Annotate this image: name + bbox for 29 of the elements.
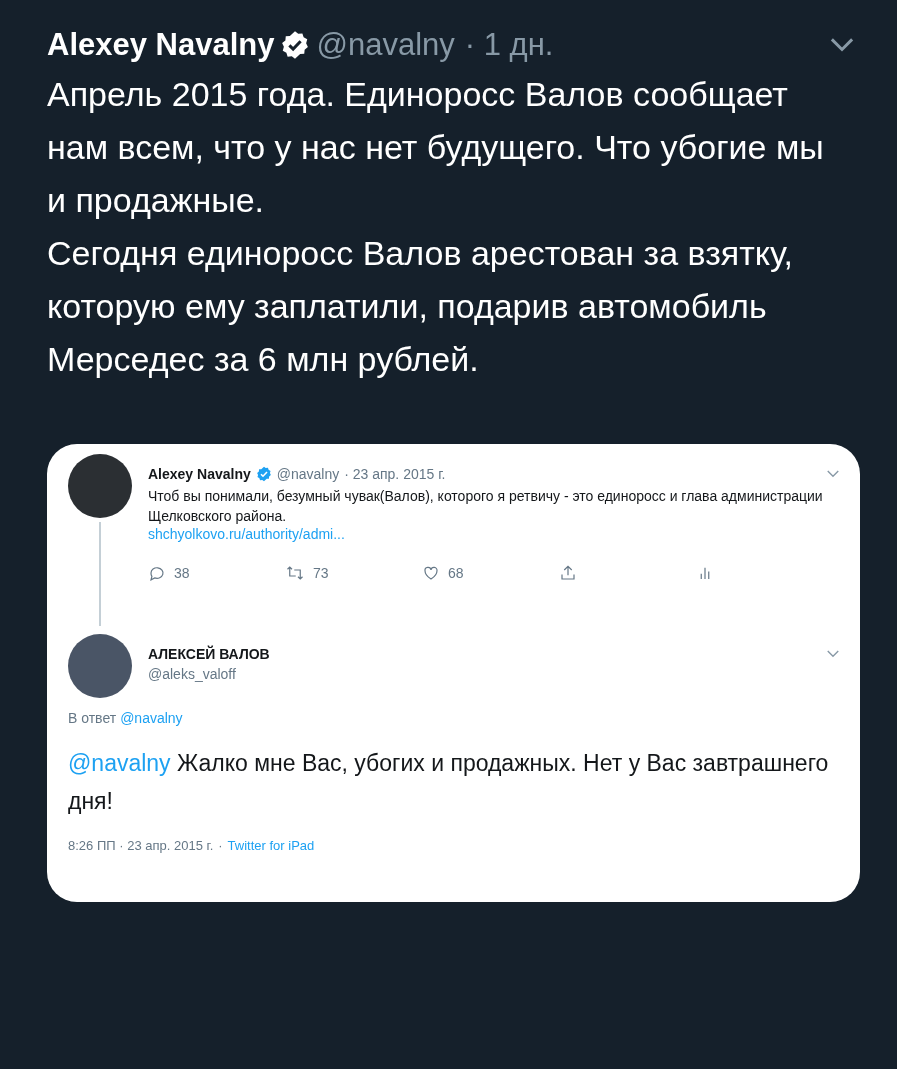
link[interactable]: shchyolkovo.ru/authority/admi... (148, 526, 345, 542)
separator-dot: · (218, 838, 223, 853)
tweet-text: Апрель 2015 года. Единоросс Валов сообщает нам всем, что у нас нет будущего. Что убогие мы и продажные. (47, 74, 825, 221)
author-handle[interactable]: @navalny (316, 27, 455, 63)
heart-icon[interactable] (422, 564, 440, 582)
chevron-down-icon[interactable] (826, 649, 840, 659)
author-handle[interactable]: @aleks_valoff (148, 666, 840, 682)
tweet-time: 8:26 ПП · 23 апр. 2015 г. (68, 838, 214, 853)
reply-to-label: В ответ (68, 710, 117, 726)
retweet-icon[interactable] (285, 564, 305, 582)
share-icon[interactable] (559, 564, 577, 582)
action-count: 68 (448, 565, 464, 581)
author-name[interactable]: Alexey Navalny (47, 27, 275, 63)
mention-link[interactable]: @navalny (68, 750, 171, 776)
author-name[interactable]: АЛЕКСЕЙ ВАЛОВ (148, 646, 270, 662)
tweet-text: Чтоб вы понимали, безумный чувак(Валов), которого я ретвичу - это единоросс и глава администрации Щелковского района. (148, 487, 824, 526)
speech-bubble-icon[interactable] (148, 564, 166, 582)
action-count: 73 (313, 565, 329, 581)
action-count: 38 (174, 565, 190, 581)
tweet-time: · 1 дн. (464, 27, 554, 63)
source-link[interactable]: Twitter for iPad (227, 838, 315, 853)
reply-text: @navalny Жалко мне Вас, убогих и продажных. Нет у Вас завтрашнего дня! (68, 749, 830, 816)
author-name[interactable]: Alexey Navalny (148, 466, 251, 482)
chevron-down-icon[interactable] (826, 469, 840, 479)
tweet-text: Сегодня единоросс Валов арестован за взятку, которую ему заплатили, подарив автомобиль Мерседес за 6 млн рублей. (47, 233, 795, 380)
tweet-time: · 23 апр. 2015 г. (344, 466, 446, 482)
mention-link[interactable]: @navalny (120, 710, 183, 726)
chevron-down-icon[interactable] (828, 36, 856, 54)
author-handle[interactable]: @navalny (276, 466, 340, 482)
